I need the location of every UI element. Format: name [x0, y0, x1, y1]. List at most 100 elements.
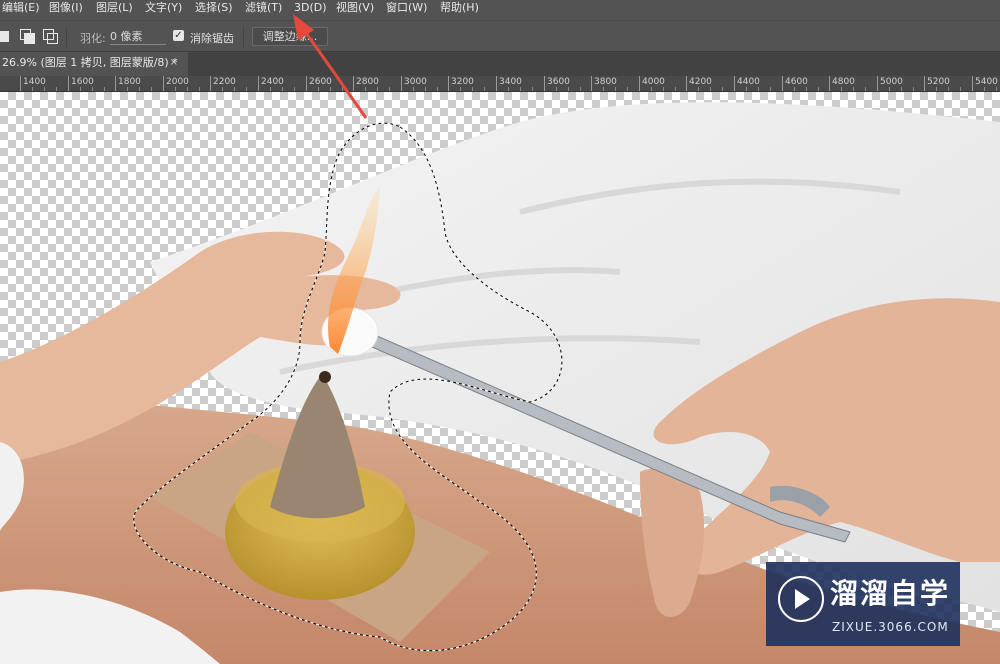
- ruler-minor-tick: [603, 87, 604, 91]
- ruler-tick: [448, 76, 449, 91]
- document-tab-title: 26.9% (图层 1 拷贝, 图层蒙版/8) *: [2, 56, 178, 69]
- ruler-minor-tick: [92, 87, 93, 91]
- ruler-label: 4000: [642, 77, 665, 87]
- ruler-minor-tick: [282, 87, 283, 91]
- ruler-minor-tick: [663, 87, 664, 91]
- ruler-minor-tick: [913, 87, 914, 91]
- ruler-minor-tick: [758, 87, 759, 91]
- menu-help[interactable]: 帮助(H): [440, 0, 479, 20]
- ruler-minor-tick: [901, 87, 902, 91]
- menu-layer[interactable]: 图层(L): [96, 0, 133, 20]
- ruler-tick: [829, 76, 830, 91]
- feather-input[interactable]: 0 像素: [110, 30, 166, 45]
- ruler-label: 4600: [785, 77, 808, 87]
- ruler-minor-tick: [413, 87, 414, 91]
- ruler-minor-tick: [675, 87, 676, 91]
- ruler-tick: [686, 76, 687, 91]
- ruler-label: 1600: [71, 77, 94, 87]
- ruler-minor-tick: [889, 87, 890, 91]
- menu-window[interactable]: 窗口(W): [386, 0, 427, 20]
- menu-edit[interactable]: 编辑(E): [2, 0, 40, 20]
- ruler-label: 4200: [689, 77, 712, 87]
- play-logo-icon: [778, 576, 824, 622]
- ruler-minor-tick: [246, 87, 247, 91]
- ruler-tick: [163, 76, 164, 91]
- menu-select[interactable]: 选择(S): [195, 0, 233, 20]
- canvas[interactable]: 溜溜自学 ZIXUE.3066.COM: [0, 92, 1000, 664]
- ruler-label: 2600: [309, 77, 332, 87]
- ruler-label: 4400: [737, 77, 760, 87]
- ruler-minor-tick: [32, 87, 33, 91]
- ruler-label: 3400: [499, 77, 522, 87]
- menu-image[interactable]: 图像(I): [49, 0, 83, 20]
- ruler-label: 3200: [451, 77, 474, 87]
- ruler-minor-tick: [556, 87, 557, 91]
- new-selection-icon[interactable]: [0, 29, 10, 43]
- ruler-tick: [401, 76, 402, 91]
- ruler-minor-tick: [425, 87, 426, 91]
- ruler-tick: [306, 76, 307, 91]
- ruler-minor-tick: [365, 87, 366, 91]
- horizontal-ruler[interactable]: 1400 1600 1800 2000 2200 2400 2600 2800 3000 3200…: [0, 76, 1000, 92]
- ruler-minor-tick: [615, 87, 616, 91]
- menu-filter[interactable]: 滤镜(T): [245, 0, 282, 20]
- ruler-label: 2000: [166, 77, 189, 87]
- watermark-title: 溜溜自学: [830, 577, 951, 610]
- ruler-tick: [591, 76, 592, 91]
- ruler-minor-tick: [222, 87, 223, 91]
- ruler-minor-tick: [342, 87, 343, 91]
- ruler-tick: [20, 76, 21, 91]
- watermark-badge: 溜溜自学 ZIXUE.3066.COM: [766, 562, 960, 646]
- ruler-minor-tick: [865, 87, 866, 91]
- ruler-minor-tick: [960, 87, 961, 91]
- ruler-label: 5400: [975, 77, 998, 87]
- ruler-tick: [258, 76, 259, 91]
- ruler-minor-tick: [187, 87, 188, 91]
- ruler-minor-tick: [568, 87, 569, 91]
- antialias-checkbox[interactable]: ✓: [173, 30, 184, 41]
- ruler-minor-tick: [294, 87, 295, 91]
- menu-bar: 编辑(E) 图像(I) 图层(L) 文字(Y) 选择(S) 滤镜(T) 3D(D…: [0, 0, 1000, 20]
- menu-3d[interactable]: 3D(D): [294, 0, 327, 20]
- menu-view[interactable]: 视图(V): [336, 0, 374, 20]
- ruler-minor-tick: [996, 87, 997, 91]
- options-separator: [243, 27, 244, 47]
- ruler-minor-tick: [948, 87, 949, 91]
- ruler-minor-tick: [437, 87, 438, 91]
- ruler-minor-tick: [104, 87, 105, 91]
- ruler-minor-tick: [151, 87, 152, 91]
- ruler-minor-tick: [377, 87, 378, 91]
- options-bar: 羽化: 0 像素 ✓ 消除锯齿 调整边缘...: [0, 20, 1000, 52]
- ruler-label: 3000: [404, 77, 427, 87]
- ruler-minor-tick: [389, 87, 390, 91]
- ruler-minor-tick: [175, 87, 176, 91]
- ruler-minor-tick: [80, 87, 81, 91]
- document-tab[interactable]: 26.9% (图层 1 拷贝, 图层蒙版/8) * ×: [0, 52, 188, 76]
- ruler-minor-tick: [984, 87, 985, 91]
- intersect-selection-icon[interactable]: [43, 29, 58, 44]
- ruler-tick: [544, 76, 545, 91]
- ruler-minor-tick: [234, 87, 235, 91]
- ruler-minor-tick: [698, 87, 699, 91]
- menu-type[interactable]: 文字(Y): [145, 0, 182, 20]
- ruler-minor-tick: [746, 87, 747, 91]
- ruler-minor-tick: [580, 87, 581, 91]
- ruler-minor-tick: [722, 87, 723, 91]
- ruler-label: 2200: [213, 77, 236, 87]
- ruler-label: 1800: [118, 77, 141, 87]
- document-tab-bar: 26.9% (图层 1 拷贝, 图层蒙版/8) * ×: [0, 52, 1000, 76]
- watermark-subtitle: ZIXUE.3066.COM: [832, 620, 949, 634]
- ruler-label: 3800: [594, 77, 617, 87]
- close-icon[interactable]: ×: [170, 52, 178, 74]
- ruler-tick: [972, 76, 973, 91]
- ruler-label: 2400: [261, 77, 284, 87]
- ruler-tick: [782, 76, 783, 91]
- ruler-label: 1400: [23, 77, 46, 87]
- refine-edge-button[interactable]: 调整边缘...: [252, 27, 328, 46]
- ruler-label: 5200: [927, 77, 950, 87]
- ruler-tick: [68, 76, 69, 91]
- add-to-selection-icon[interactable]: [20, 29, 35, 44]
- ruler-minor-tick: [794, 87, 795, 91]
- ruler-minor-tick: [841, 87, 842, 91]
- ruler-label: 5000: [880, 77, 903, 87]
